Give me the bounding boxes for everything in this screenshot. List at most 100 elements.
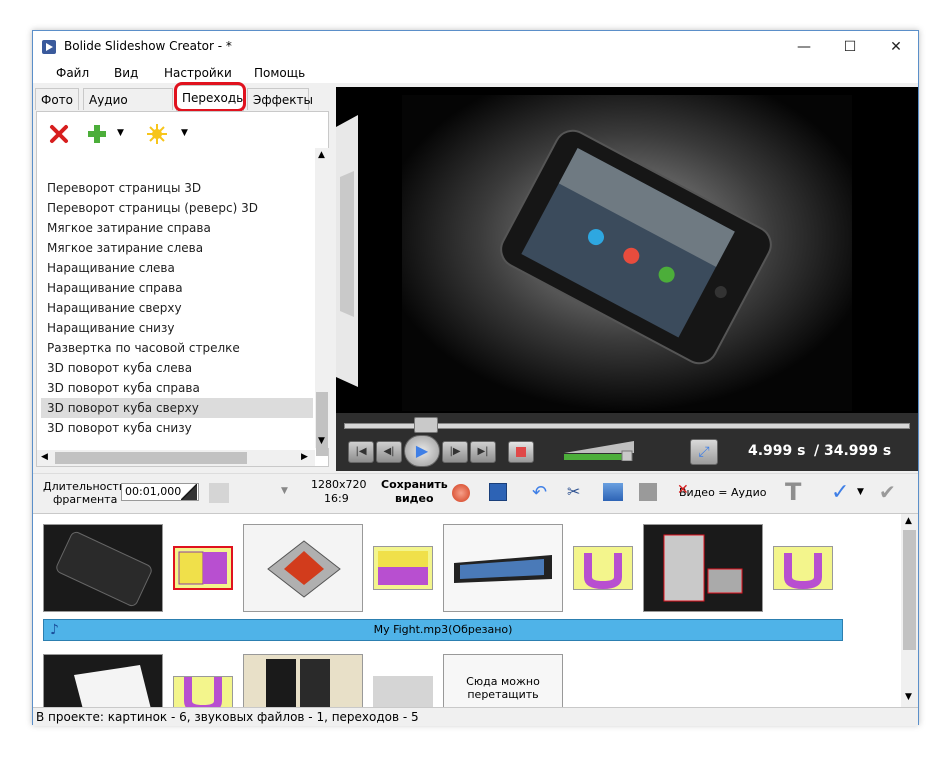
transitions-panel: ▼ ▼ Переворот страницы 3D Переворот стра… (36, 111, 329, 467)
fullscreen-icon[interactable]: ⤢ (690, 439, 718, 465)
transition-thumbnail[interactable] (373, 546, 433, 590)
app-window: Bolide Slideshow Creator - * — ☐ ✕ Файл … (32, 30, 919, 726)
add-dropdown-icon[interactable]: ▼ (117, 128, 124, 138)
audio-track-label: My Fight.mp3(Обрезано) (373, 623, 513, 636)
volume-slider[interactable] (564, 439, 634, 462)
list-item[interactable]: 3D поворот куба слева (41, 358, 313, 378)
apply-check-icon[interactable]: ✓ (831, 480, 849, 505)
drop-hint-line2: перетащить (467, 688, 539, 701)
list-item-selected[interactable]: 3D поворот куба сверху (41, 398, 313, 418)
menu-settings[interactable]: Настройки (164, 66, 232, 80)
scroll-down-icon[interactable]: ▼ (318, 436, 325, 446)
scroll-up-icon[interactable]: ▲ (905, 516, 912, 526)
app-icon (42, 40, 56, 54)
current-time: 4.999 s (748, 443, 806, 459)
copy-icon[interactable] (603, 483, 623, 501)
editing-toolbar: Длительность фрагмента 00:01,000 ▼ 1280x… (33, 473, 918, 512)
slide-thumbnail[interactable] (243, 524, 363, 612)
transition-thumbnail[interactable] (173, 546, 233, 590)
list-item[interactable]: Переворот страницы (реверс) 3D (41, 198, 313, 218)
status-bar: В проекте: картинок - 6, звуковых файлов… (33, 707, 918, 726)
tab-photo[interactable]: Фото (35, 88, 79, 110)
seek-thumb[interactable] (414, 417, 438, 433)
horizontal-scroll-thumb[interactable] (55, 452, 247, 464)
menu-view[interactable]: Вид (114, 66, 138, 80)
drop-zone[interactable]: Сюда можно перетащить (443, 654, 563, 714)
minimize-button[interactable]: — (781, 31, 827, 63)
transitions-list: Переворот страницы 3D Переворот страницы… (41, 178, 313, 438)
storyboard: ♪ My Fight.mp3(Обрезано) Сюда можно пере… (33, 513, 918, 714)
total-time: / 34.999 s (814, 443, 892, 459)
text-icon[interactable]: T (785, 478, 801, 506)
no-sync-icon: ✕ (677, 482, 689, 498)
list-item[interactable]: Переворот страницы 3D (41, 178, 313, 198)
tab-effects[interactable]: Эффекты (247, 88, 313, 110)
vertical-scroll-thumb[interactable] (316, 392, 328, 456)
tab-audio[interactable]: Аудио файлы (83, 88, 173, 129)
paste-icon[interactable] (639, 483, 657, 501)
go-end-icon[interactable]: ▶| (470, 441, 496, 463)
next-frame-icon[interactable]: |▶ (442, 441, 468, 463)
music-note-icon: ♪ (50, 622, 59, 638)
list-item[interactable]: 3D поворот куба снизу (41, 418, 313, 438)
storyboard-scrollbar[interactable]: ▲ ▼ (901, 514, 918, 708)
prev-frame-icon[interactable]: ◀| (376, 441, 402, 463)
audio-track[interactable]: ♪ My Fight.mp3(Обрезано) (43, 619, 843, 641)
transition-thumbnail[interactable] (573, 546, 633, 590)
transition-preview-strip (336, 87, 358, 413)
list-item[interactable]: Наращивание справа (41, 278, 313, 298)
save-video-label-line2[interactable]: видео (395, 492, 434, 505)
effect-icon[interactable] (145, 122, 169, 146)
drop-hint-line1: Сюда можно (466, 675, 540, 688)
title-bar: Bolide Slideshow Creator - * — ☐ ✕ (33, 31, 918, 63)
aspect-label[interactable]: 16:9 (324, 492, 349, 505)
maximize-button[interactable]: ☐ (827, 31, 873, 63)
horizontal-scrollbar[interactable]: ◀ ▶ (37, 450, 315, 466)
preview-image (336, 87, 918, 413)
list-item[interactable]: Развертка по часовой стрелке (41, 338, 313, 358)
go-start-icon[interactable]: |◀ (348, 441, 374, 463)
scroll-left-icon[interactable]: ◀ (41, 452, 48, 462)
slide-thumbnail[interactable] (43, 654, 163, 714)
menu-file[interactable]: Файл (56, 66, 89, 80)
close-button[interactable]: ✕ (873, 31, 919, 63)
list-item[interactable]: Наращивание снизу (41, 318, 313, 338)
storyboard-scroll-thumb[interactable] (903, 530, 916, 650)
list-item[interactable]: Наращивание сверху (41, 298, 313, 318)
list-item[interactable]: Мягкое затирание слева (41, 238, 313, 258)
resolution-label[interactable]: 1280x720 (311, 478, 367, 491)
save-icon[interactable] (489, 483, 507, 501)
video-audio-sync[interactable]: Видео = Аудио (679, 486, 767, 499)
stop-icon[interactable] (508, 441, 534, 463)
pick-duration-icon[interactable] (181, 484, 197, 500)
slide-thumbnail[interactable] (443, 524, 563, 612)
undo-icon[interactable]: ↶ (532, 482, 547, 503)
menu-help[interactable]: Помощь (254, 66, 305, 80)
swatch-dropdown-icon[interactable]: ▼ (281, 486, 288, 496)
check-dropdown-icon[interactable]: ▼ (857, 487, 864, 497)
slide-thumbnail[interactable] (243, 654, 363, 714)
vertical-scrollbar[interactable]: ▲ ▼ (315, 148, 329, 456)
tab-highlight-marker (174, 82, 246, 112)
list-item[interactable]: 3D поворот куба справа (41, 378, 313, 398)
delete-icon[interactable] (47, 122, 71, 146)
record-icon[interactable] (452, 484, 470, 502)
list-item[interactable]: Наращивание слева (41, 258, 313, 278)
color-swatch[interactable] (209, 483, 229, 503)
slide-thumbnail[interactable] (643, 524, 763, 612)
play-icon[interactable]: ▶ (404, 435, 440, 467)
duration-label-line1: Длительность (43, 480, 126, 493)
effect-dropdown-icon[interactable]: ▼ (181, 128, 188, 138)
preview-area (336, 87, 918, 413)
tools-icon[interactable]: ✔ (879, 480, 896, 504)
scroll-right-icon[interactable]: ▶ (301, 452, 308, 462)
scroll-down-icon[interactable]: ▼ (905, 692, 912, 702)
scroll-up-icon[interactable]: ▲ (318, 150, 325, 160)
slide-thumbnail[interactable] (43, 524, 163, 612)
add-icon[interactable] (85, 122, 109, 146)
list-item[interactable]: Мягкое затирание справа (41, 218, 313, 238)
status-text: В проекте: картинок - 6, звуковых файлов… (36, 710, 419, 724)
transition-thumbnail[interactable] (773, 546, 833, 590)
cut-icon[interactable]: ✂ (567, 482, 580, 501)
save-video-label-line1[interactable]: Сохранить (381, 478, 448, 491)
